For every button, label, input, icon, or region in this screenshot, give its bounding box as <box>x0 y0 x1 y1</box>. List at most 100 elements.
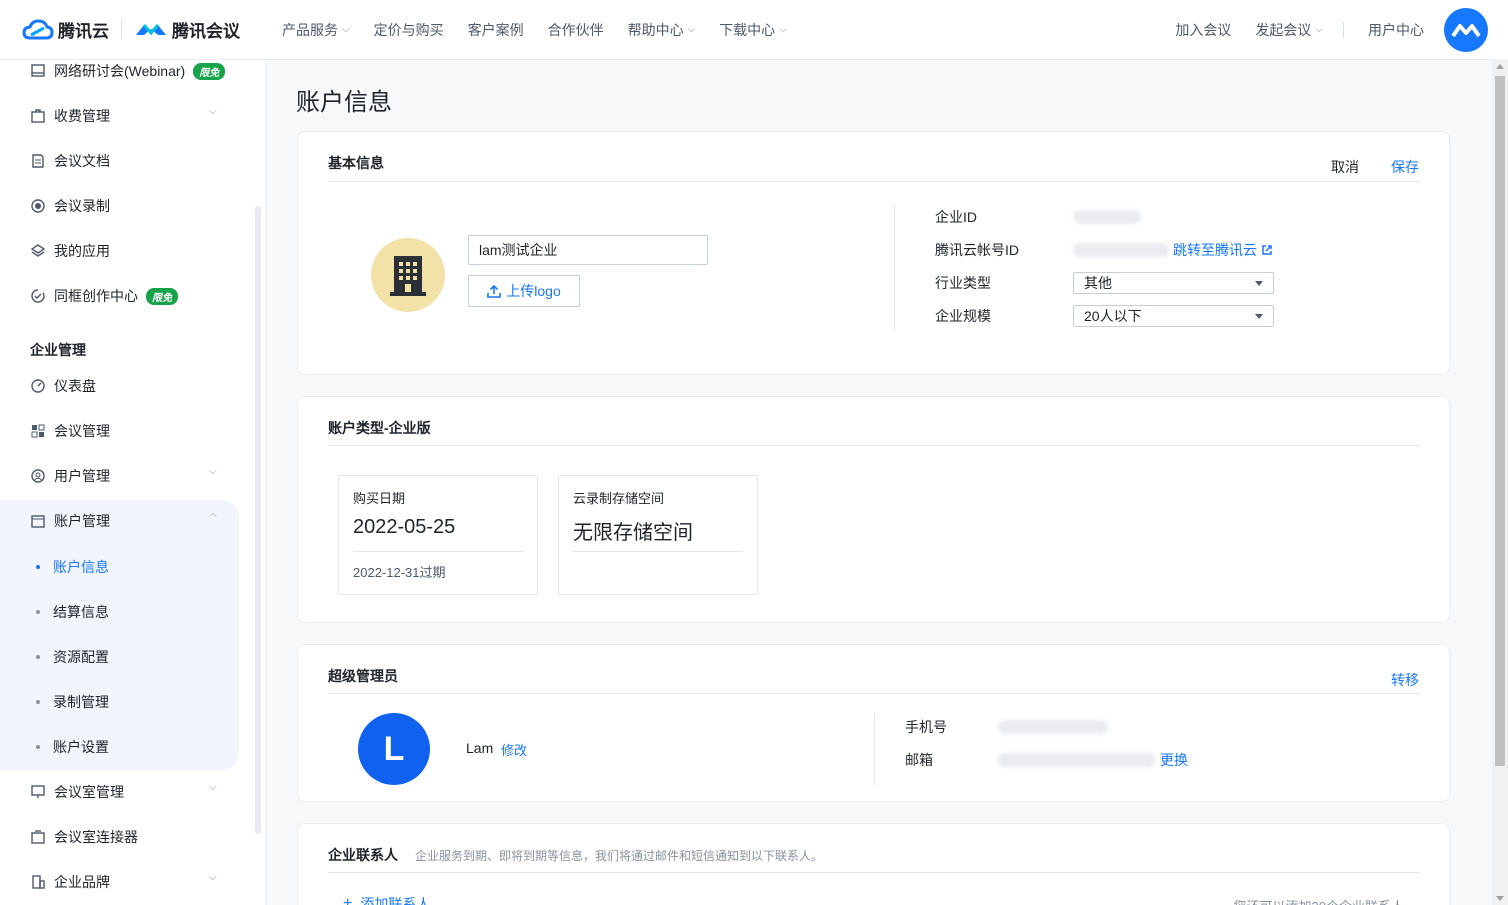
page-scrollbar[interactable] <box>1492 60 1508 905</box>
edit-name-button[interactable]: 修改 <box>501 740 527 759</box>
nav-download[interactable]: 下载中心 ⌵ <box>719 20 787 40</box>
vertical-divider <box>894 204 895 330</box>
briefcase-icon <box>30 108 46 124</box>
sidebar-item-label: 收费管理 <box>54 108 110 124</box>
storage-stat: 云录制存储空间 无限存储空间 <box>558 475 758 595</box>
user-avatar[interactable] <box>1444 7 1488 52</box>
purchase-date-stat: 购买日期 2022-05-25 2022-12-31过期 <box>338 475 538 595</box>
company-name-input[interactable]: lam测试企业 <box>468 235 708 265</box>
sidebar-sub-resources[interactable]: 资源配置 <box>36 647 109 667</box>
sidebar-sub-recording-mgmt[interactable]: 录制管理 <box>36 692 109 712</box>
nav-partners[interactable]: 合作伙伴 <box>548 20 604 40</box>
chevron-down-icon: ⌵ <box>779 24 787 35</box>
add-contact-button[interactable]: + 添加联系人 <box>343 894 430 905</box>
scroll-down-icon[interactable] <box>1496 896 1504 901</box>
sidebar-item-billing[interactable]: 收费管理 <box>30 106 110 126</box>
card-header: 账户类型-企业版 <box>328 397 1419 446</box>
contacts-remaining-note: 您还可以添加30个企业联系人 <box>1234 896 1404 905</box>
change-email-button[interactable]: 更换 <box>1160 750 1188 770</box>
chevron-down-icon: ⌵ <box>209 106 217 117</box>
meeting-logo-icon <box>1451 23 1481 37</box>
free-badge: 限免 <box>146 287 178 305</box>
jump-to-tencent-cloud-link[interactable]: 跳转至腾讯云 <box>1173 240 1273 260</box>
scale-value: 20人以下 <box>1084 308 1142 324</box>
industry-select[interactable]: 其他 <box>1073 272 1274 294</box>
sidebar-sub-label: 账户设置 <box>53 739 109 755</box>
email-label: 邮箱 <box>905 752 933 768</box>
nav-label: 客户案例 <box>467 21 524 38</box>
sidebar-item-docs[interactable]: 会议文档 <box>30 151 110 171</box>
tencent-meeting-logo[interactable]: 腾讯会议 <box>134 17 240 42</box>
cancel-button[interactable]: 取消 <box>1331 157 1359 177</box>
sidebar-sub-billing-info[interactable]: 结算信息 <box>36 602 109 622</box>
upload-logo-button[interactable]: 上传logo <box>468 275 580 307</box>
nav-products[interactable]: 产品服务 ⌵ <box>282 20 350 40</box>
sidebar-item-label: 企业品牌 <box>54 874 110 890</box>
storage-label: 云录制存储空间 <box>573 491 665 506</box>
main-nav: 产品服务 ⌵ 定价与购买 客户案例 合作伙伴 帮助中心 ⌵ 下载中心 ⌵ <box>282 20 811 40</box>
start-meeting-menu[interactable]: 发起会议 ⌵ <box>1255 20 1323 40</box>
cloud-account-id-label: 腾讯云帐号ID <box>935 242 1019 258</box>
nav-help[interactable]: 帮助中心 ⌵ <box>628 20 696 40</box>
nav-divider <box>1343 21 1344 38</box>
plus-icon: + <box>343 895 353 905</box>
caret-down-icon <box>1255 281 1263 286</box>
vertical-divider <box>874 713 875 785</box>
building-icon <box>390 256 426 296</box>
chevron-up-icon: ⌵ <box>209 510 217 521</box>
chevron-down-icon: ⌵ <box>209 466 217 477</box>
stat-divider <box>353 551 523 552</box>
sidebar-item-recording[interactable]: 会议录制 <box>30 196 110 216</box>
screen-icon <box>30 784 46 800</box>
nav-cases[interactable]: 客户案例 <box>468 20 524 40</box>
sidebar-item-label: 会议文档 <box>54 153 110 169</box>
sidebar-item-room-mgmt[interactable]: 会议室管理 <box>30 782 124 802</box>
sidebar-sub-label: 资源配置 <box>53 649 109 665</box>
sidebar-sub-account-settings[interactable]: 账户设置 <box>36 737 109 757</box>
transfer-button[interactable]: 转移 <box>1391 670 1419 690</box>
sidebar-item-brand[interactable]: 企业品牌 <box>30 872 110 892</box>
user-icon <box>30 468 46 484</box>
sidebar-sub-label: 结算信息 <box>53 604 109 620</box>
cloud-account-id-value-redacted <box>1073 243 1169 257</box>
sidebar-item-label: 仪表盘 <box>54 378 96 394</box>
sidebar-item-dashboard[interactable]: 仪表盘 <box>30 376 96 396</box>
scrollbar-thumb[interactable] <box>1495 76 1505 766</box>
join-meeting-link[interactable]: 加入会议 <box>1175 20 1231 40</box>
save-button[interactable]: 保存 <box>1391 157 1419 177</box>
nav-label: 下载中心 <box>719 21 776 38</box>
enterprise-id-label: 企业ID <box>935 209 977 225</box>
sidebar-item-creation-center[interactable]: 同框创作中心 限免 <box>30 286 178 306</box>
sidebar-item-apps[interactable]: 我的应用 <box>30 241 110 261</box>
sidebar-item-webinar[interactable]: 网络研讨会(Webinar) 限免 <box>30 61 226 81</box>
sidebar-item-label: 会议室管理 <box>54 784 124 800</box>
sidebar-item-account-mgmt[interactable]: 账户管理 <box>30 511 110 531</box>
purchase-date-value: 2022-05-25 <box>353 516 456 538</box>
grid-icon <box>30 423 46 439</box>
top-navbar: 腾讯云 腾讯会议 产品服务 ⌵ 定价与购买 客户案例 合作伙伴 帮助中心 ⌵ 下载中… <box>0 0 1508 60</box>
tencent-cloud-logo[interactable]: 腾讯云 <box>22 17 109 42</box>
sidebar-item-user-mgmt[interactable]: 用户管理 <box>30 466 110 486</box>
user-center-link[interactable]: 用户中心 <box>1368 20 1424 40</box>
basic-info-card: 基本信息 取消 保存 lam测试企业 上传logo 企业ID 腾讯云帐号ID 跳… <box>297 131 1450 375</box>
account-group <box>0 500 239 770</box>
sidebar-item-meeting-mgmt[interactable]: 会议管理 <box>30 421 110 441</box>
nav-pricing[interactable]: 定价与购买 <box>374 20 444 40</box>
upload-icon <box>487 284 502 298</box>
card-header: 超级管理员 转移 <box>328 645 1419 694</box>
sidebar-item-label: 用户管理 <box>54 468 110 484</box>
connector-icon <box>30 829 46 845</box>
tencent-cloud-label: 腾讯云 <box>58 22 109 41</box>
scale-select[interactable]: 20人以下 <box>1073 305 1274 327</box>
super-admin-card: 超级管理员 转移 L Lam 修改 手机号 邮箱 更换 <box>297 644 1450 802</box>
card-title: 基本信息 <box>328 155 384 171</box>
sidebar-sub-account-info[interactable]: 账户信息 <box>36 557 109 577</box>
sidebar-scrollbar[interactable] <box>255 206 261 834</box>
storage-value: 无限存储空间 <box>573 522 693 544</box>
bullet-icon <box>36 610 40 614</box>
sidebar-item-label: 会议室连接器 <box>54 829 138 845</box>
sidebar-item-room-connector[interactable]: 会议室连接器 <box>30 827 138 847</box>
enterprise-contacts-card: 企业联系人 企业服务到期、即将到期等信息，我们将通过邮件和短信通知到以下联系人。… <box>297 823 1450 905</box>
bullet-icon <box>36 565 40 569</box>
scroll-up-icon[interactable] <box>1496 64 1504 69</box>
